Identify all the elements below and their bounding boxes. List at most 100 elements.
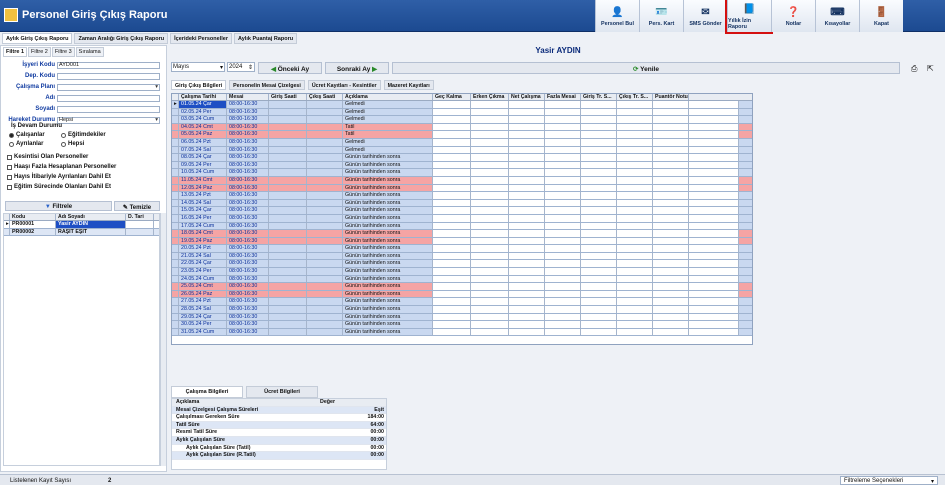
field-input[interactable]: [57, 72, 160, 80]
table-row[interactable]: 08.05.24 Çar 08:00-16:30 Günün tarihinden …: [172, 154, 752, 162]
list-col-1[interactable]: Adı Soyadı: [56, 214, 126, 220]
filter-tab-1[interactable]: Filtre 2: [28, 47, 51, 57]
table-row[interactable]: 04.05.24 Cmt 08:00-16:30 Tatil: [172, 123, 752, 132]
table-row[interactable]: 23.05.24 Per 08:00-16:30 Günün tarihinden …: [172, 268, 752, 276]
table-row[interactable]: 18.05.24 Cmt 08:00-16:30 Günün tarihinden …: [172, 230, 752, 238]
grid-col-7[interactable]: Erken Çıkma: [471, 94, 509, 100]
row-indicator: [172, 169, 179, 176]
table-row[interactable]: 28.05.24 Sal 08:00-16:30 Günün tarihinden …: [172, 306, 752, 314]
detail-tab-3[interactable]: Mazeret Kayıtları: [383, 80, 434, 90]
filter-tab-0[interactable]: Filtre 1: [3, 47, 28, 57]
list-item[interactable]: PR00002 RAŞİT EŞİT: [4, 228, 159, 237]
grid-col-11[interactable]: Çıkış Tr. S...: [617, 94, 653, 100]
table-row[interactable]: 14.05.24 Sal 08:00-16:30 Günün tarihinden …: [172, 199, 752, 208]
table-row[interactable]: 02.05.24 Per 08:00-16:30 Gelmedi: [172, 108, 752, 117]
table-row[interactable]: 29.05.24 Çar 08:00-16:30 Günün tarihinden …: [172, 313, 752, 322]
field-input[interactable]: Hepsi: [57, 116, 160, 124]
table-row[interactable]: 17.05.24 Cum 08:00-16:30 Günün tarihinden …: [172, 222, 752, 231]
toolbar-button-3[interactable]: 📘 Yıllık İzin Raporu: [725, 0, 773, 34]
grid-col-2[interactable]: Mesai: [227, 94, 269, 100]
table-row[interactable]: 31.05.24 Cum 08:00-16:30 Günün tarihinden …: [172, 328, 752, 337]
year-spinner[interactable]: 2024 ⇕: [227, 62, 255, 72]
toolbar-button-1[interactable]: 🪪 Pers. Kart: [639, 0, 683, 32]
table-row[interactable]: 13.05.24 Pzt 08:00-16:30 Günün tarihinden …: [172, 192, 752, 200]
table-row[interactable]: 12.05.24 Paz 08:00-16:30 Günün tarihinden …: [172, 184, 752, 193]
prev-month-button[interactable]: ◀ Önceki Ay: [258, 62, 322, 74]
grid-col-8[interactable]: Net Çalışma: [509, 94, 545, 100]
detail-tab-2[interactable]: Ücret Kayıtları - Kesintiler: [307, 80, 381, 90]
table-row[interactable]: 03.05.24 Cum 08:00-16:30 Gelmedi: [172, 116, 752, 124]
cell-aciklama: Günün tarihinden sonra: [343, 184, 433, 192]
bottom-tab-0[interactable]: Çalışma Bilgileri: [171, 386, 243, 398]
toolbar-button-6[interactable]: 🚪 Kapat: [859, 0, 903, 32]
filter-check-2[interactable]: Hayıs İtibariyle Ayrılanları Dahil Et: [7, 174, 111, 180]
toolbar-button-4[interactable]: ❓ Notlar: [771, 0, 815, 32]
detail-tab-0[interactable]: Giriş Çıkış Bilgileri: [171, 80, 227, 90]
table-row[interactable]: 25.05.24 Cmt 08:00-16:30 Günün tarihinden …: [172, 283, 752, 291]
grid-col-9[interactable]: Fazla Mesai: [545, 94, 581, 100]
grid-col-4[interactable]: Çıkış Saati: [307, 94, 343, 100]
filter-tab-2[interactable]: Filtre 3: [51, 47, 75, 57]
grid-col-0[interactable]: [172, 94, 179, 100]
print-icon[interactable]: ⎙: [911, 64, 917, 74]
bottom-tab-1[interactable]: Ücret Bilgileri: [246, 386, 318, 398]
table-row[interactable]: 19.05.24 Paz 08:00-16:30 Günün tarihinden …: [172, 237, 752, 246]
list-col-0[interactable]: Kodu: [10, 214, 56, 220]
table-row[interactable]: 20.05.24 Pzt 08:00-16:30 Günün tarihinden …: [172, 245, 752, 253]
table-row[interactable]: 26.05.24 Paz 08:00-16:30 Günün tarihinden …: [172, 290, 752, 299]
report-tab-3[interactable]: Aylık Puantaj Raporu: [233, 33, 298, 44]
filter-check-0[interactable]: Kesintisi Olan Personeller: [7, 154, 88, 160]
status-radio-0[interactable]: Çalışanlar: [9, 132, 45, 138]
list-item[interactable]: ▸ PR00001 Yasir AYDIN: [4, 221, 159, 229]
clear-button[interactable]: ✎ Temizle: [114, 201, 160, 211]
month-select[interactable]: Mayıs ▾: [171, 62, 225, 72]
filter-options-dropdown[interactable]: Filtreleme Seçenekleri ▾: [840, 476, 938, 485]
filter-button[interactable]: ▼ Filtrele: [5, 201, 112, 211]
field-input[interactable]: [57, 83, 160, 91]
toolbar-button-2[interactable]: ✉ SMS Gönder: [683, 0, 727, 32]
grid-col-10[interactable]: Giriş Tr. S...: [581, 94, 617, 100]
export-icon[interactable]: ⇱: [927, 64, 934, 73]
table-row[interactable]: 24.05.24 Cum 08:00-16:30 Günün tarihinden …: [172, 275, 752, 284]
list-scrollbar[interactable]: [160, 213, 166, 466]
grid-col-3[interactable]: Giriş Saati: [269, 94, 307, 100]
toolbar-button-0[interactable]: 👤 Personel Bul: [595, 0, 639, 32]
table-row[interactable]: 27.05.24 Pzt 08:00-16:30 Günün tarihinden …: [172, 298, 752, 307]
table-row[interactable]: 15.05.24 Çar 08:00-16:30 Günün tarihinden …: [172, 207, 752, 215]
filter-tab-3[interactable]: Sıralama: [75, 47, 104, 57]
report-tab-1[interactable]: Zaman Aralığı Giriş Çıkış Raporu: [74, 33, 169, 44]
toolbar-button-5[interactable]: ⌨ Kısayollar: [815, 0, 859, 32]
refresh-button[interactable]: ⟳ Yenile: [392, 62, 900, 74]
grid-col-5[interactable]: Açıklama: [343, 94, 433, 100]
table-row[interactable]: 22.05.24 Çar 08:00-16:30 Günün tarihinden …: [172, 260, 752, 269]
grid-col-12[interactable]: Puantör Notu: [653, 94, 689, 100]
filter-check-1[interactable]: Haaşı Fazla Hesaplanan Personeller: [7, 164, 116, 170]
table-row[interactable]: 16.05.24 Per 08:00-16:30 Günün tarihinden …: [172, 214, 752, 223]
table-row[interactable]: 11.05.24 Cmt 08:00-16:30 Günün tarihinden …: [172, 176, 752, 185]
table-row[interactable]: ▸ 01.05.24 Çar 08:00-16:30 Gelmedi: [172, 101, 752, 109]
status-radio-1[interactable]: Eğitimdekiler: [61, 132, 106, 138]
field-input[interactable]: [57, 105, 160, 113]
filter-check-3[interactable]: Eğitim Sürecinde Olanları Dahil Et: [7, 184, 111, 190]
field-input[interactable]: AYD001: [57, 61, 160, 69]
table-row[interactable]: 10.05.24 Cum 08:00-16:30 Günün tarihinden …: [172, 169, 752, 177]
cell-date: 07.05.24 Sal: [179, 146, 227, 154]
table-row[interactable]: 21.05.24 Sal 08:00-16:30 Günün tarihinden …: [172, 252, 752, 261]
grid-col-6[interactable]: Geç Kalma: [433, 94, 471, 100]
report-tab-0[interactable]: Aylık Giriş Çıkış Raporu: [2, 33, 73, 44]
grid-col-1[interactable]: Çalışma Tarihi: [179, 94, 227, 100]
table-row[interactable]: 09.05.24 Per 08:00-16:30 Günün tarihinden …: [172, 161, 752, 170]
list-col-2[interactable]: D. Tari: [126, 214, 154, 220]
table-row[interactable]: 07.05.24 Sal 08:00-16:30 Gelmedi: [172, 146, 752, 155]
report-tab-2[interactable]: İçerideki Personeller: [170, 33, 232, 44]
cell-date: 05.05.24 Paz: [179, 131, 227, 138]
table-row[interactable]: 30.05.24 Per 08:00-16:30 Günün tarihinden …: [172, 321, 752, 329]
field-input[interactable]: [57, 94, 160, 102]
summary-label: Çalışılması Gereken Süre: [176, 414, 240, 421]
status-radio-2[interactable]: Ayrılanlar: [9, 141, 43, 147]
detail-tab-1[interactable]: Personelin Mesai Çizelgesi: [229, 80, 305, 90]
table-row[interactable]: 06.05.24 Pzt 08:00-16:30 Gelmedi: [172, 138, 752, 147]
status-radio-3[interactable]: Hepsi: [61, 141, 84, 147]
table-row[interactable]: 05.05.24 Paz 08:00-16:30 Tatil: [172, 131, 752, 139]
next-month-button[interactable]: Sonraki Ay ▶: [325, 62, 389, 74]
